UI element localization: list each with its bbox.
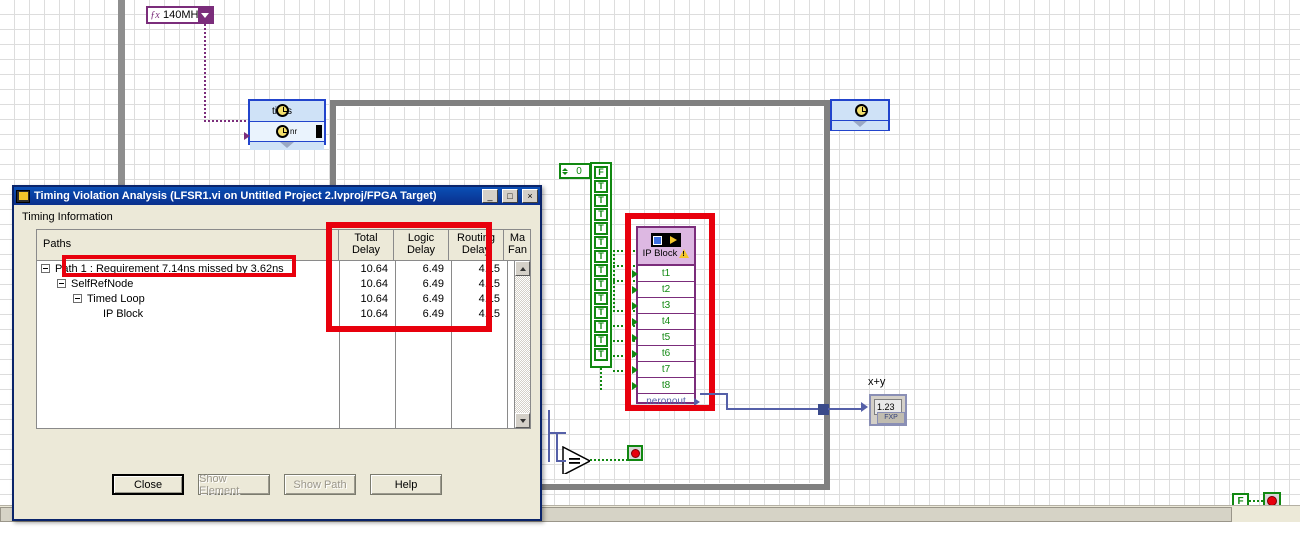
minimize-button[interactable]: _ (482, 189, 498, 203)
array-index-spinner[interactable] (561, 165, 569, 177)
boolean-array-element[interactable]: T (594, 264, 608, 277)
comparison-output-wire (590, 459, 628, 461)
array-index-value: 0 (576, 165, 582, 177)
boolean-array-constant[interactable]: FTTTTTTTTTTTTT (590, 162, 612, 368)
table-row[interactable]: Timed Loop (37, 291, 339, 306)
chevron-down-icon (853, 121, 867, 127)
close-window-button[interactable]: × (522, 189, 538, 203)
clock-small-icon (276, 125, 289, 138)
show-path-button: Show Path (284, 474, 356, 495)
boolean-array-element[interactable]: T (594, 194, 608, 207)
chevron-down-icon[interactable] (198, 8, 212, 22)
diagram-bottom-edge (0, 522, 1300, 533)
boolean-array-element[interactable]: T (594, 292, 608, 305)
clock-wire-vertical (204, 24, 206, 122)
stop-icon[interactable] (627, 445, 643, 461)
loop-left-wire-v2 (556, 432, 558, 462)
boolean-array-element[interactable]: T (594, 306, 608, 319)
array-index-display[interactable]: 0 (559, 163, 591, 179)
boolean-array-element[interactable]: T (594, 278, 608, 291)
max-fanout-line1: Ma (509, 232, 526, 245)
clock-icon (276, 104, 289, 117)
highlight-box-ip-block (625, 213, 715, 411)
timed-loop-right-expand[interactable] (832, 121, 888, 130)
table-row[interactable]: SelfRefNode (37, 276, 339, 291)
labview-vi-icon (16, 189, 30, 203)
boolean-array-element[interactable]: T (594, 348, 608, 361)
indicator-input-arrow (861, 402, 868, 412)
boolean-array-element[interactable]: T (594, 222, 608, 235)
numeric-wire-seg4 (828, 408, 863, 410)
table-row[interactable]: IP Block (37, 306, 339, 321)
scroll-track[interactable] (515, 276, 530, 413)
clock-icon (855, 104, 868, 117)
dialog-title: Timing Violation Analysis (LFSR1.vi on U… (34, 190, 437, 202)
path-row-label: Timed Loop (87, 292, 145, 305)
indicator-label: x+y (868, 376, 886, 388)
boolean-array-element[interactable]: T (594, 320, 608, 333)
scroll-up-button[interactable] (515, 261, 530, 276)
paths-column[interactable]: Path 1 : Requirement 7.14ns missed by 3.… (37, 261, 340, 428)
numeric-wire-seg1 (700, 393, 728, 395)
boolean-array-element[interactable]: T (594, 250, 608, 263)
help-button[interactable]: Help (370, 474, 442, 495)
loop-left-wire-v (548, 410, 550, 462)
highlight-box-delay-columns (326, 222, 492, 332)
dialog-button-row: Close Show Element Show Path Help (14, 473, 540, 497)
tree-collapse-toggle[interactable] (41, 264, 50, 273)
numeric-wire-seg3 (726, 408, 822, 410)
dialog-titlebar[interactable]: Timing Violation Analysis (LFSR1.vi on U… (14, 187, 540, 205)
tree-collapse-toggle[interactable] (73, 294, 82, 303)
timed-loop-left-expand[interactable] (250, 142, 324, 150)
timed-loop-right-data-node[interactable] (830, 99, 890, 131)
boolean-array-element[interactable]: T (594, 208, 608, 221)
fx-icon: ƒx (150, 9, 160, 21)
timed-loop-terminal-block (316, 125, 322, 138)
fxp-type-badge: FXP (877, 412, 905, 424)
boolean-array-element[interactable]: F (594, 166, 608, 179)
highlight-box-path1-row (62, 255, 296, 277)
timed-loop-left-header: ticks (250, 101, 324, 122)
max-fanout-line2: Fan (508, 244, 527, 256)
show-element-button: Show Element (198, 473, 270, 497)
diagram-left-rail (118, 0, 125, 186)
timed-loop-left-data-node[interactable]: ticks nr (244, 99, 326, 150)
boolean-array-element[interactable]: T (594, 180, 608, 193)
table-vertical-scrollbar[interactable] (514, 261, 530, 428)
timed-loop-terminal-label: nr (290, 127, 298, 136)
boolean-array-element[interactable]: T (594, 334, 608, 347)
path-row-label: SelfRefNode (71, 277, 134, 290)
equals-comparison-node[interactable] (562, 446, 590, 474)
column-header-max-fanout[interactable]: Ma Fan (504, 230, 530, 260)
chevron-down-icon (280, 142, 294, 148)
maximize-button[interactable]: □ (502, 189, 518, 203)
boolean-array-element[interactable]: T (594, 236, 608, 249)
tree-collapse-toggle[interactable] (57, 279, 66, 288)
boolean-wire-v2 (600, 368, 602, 390)
timed-loop-right-header (832, 101, 888, 121)
close-button[interactable]: Close (112, 474, 184, 495)
scroll-down-button[interactable] (515, 413, 530, 428)
timed-loop-input-arrow (244, 132, 250, 140)
timed-loop-left-terminal-row[interactable]: nr (244, 122, 324, 142)
path-row-label: IP Block (103, 307, 144, 320)
